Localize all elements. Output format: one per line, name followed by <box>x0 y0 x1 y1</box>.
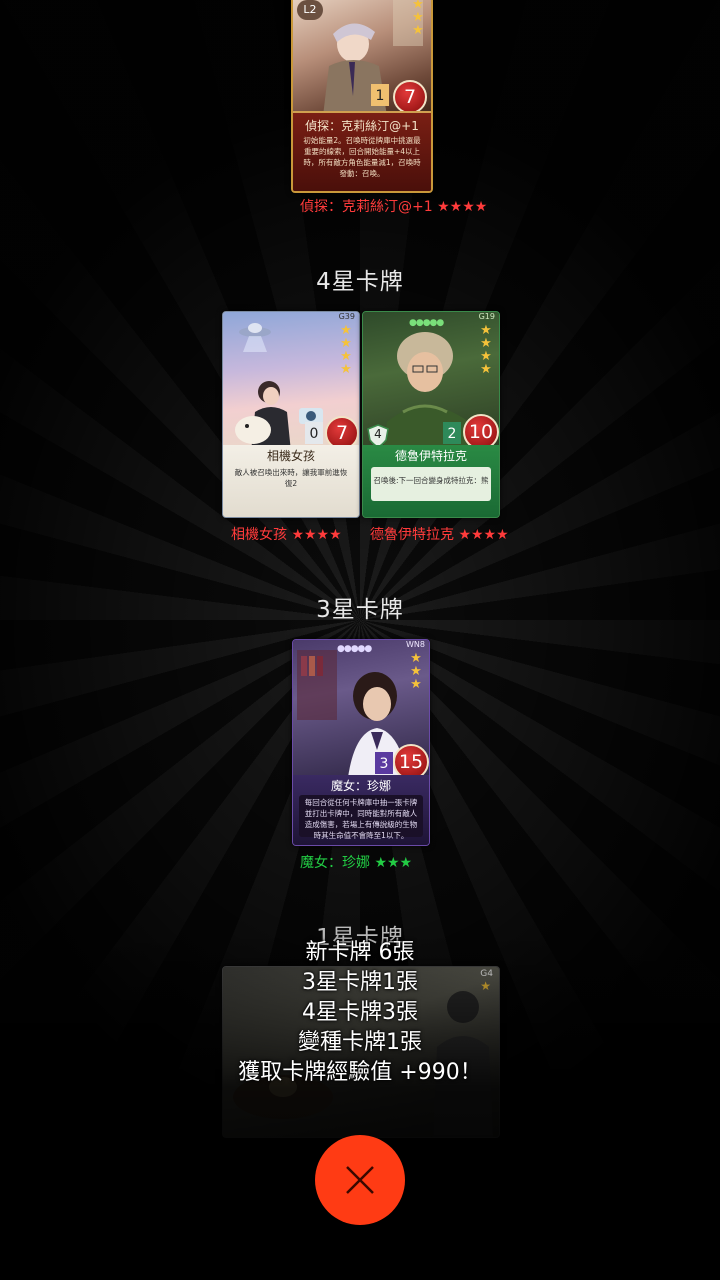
rarity-stars: ★ ★ ★ ★ <box>340 323 352 377</box>
rarity-stars: ★ ★ ★ <box>412 0 424 38</box>
card-name: 相機女孩 <box>266 449 315 463</box>
leaf-pips: ●●●●● <box>409 318 444 328</box>
cost-text: 10 <box>468 421 494 443</box>
card-druid-trak[interactable]: ●●●●● ★ ★ ★ ★ G19 4 2 10 德魯伊特拉克 召喚後:下一回合變身成… <box>362 311 500 518</box>
summary-exp: 獲取卡牌經驗值 +990！ <box>238 1060 482 1085</box>
label-stars: ★★★★ <box>458 527 509 543</box>
summary-new-cards: 新卡牌 6張 <box>305 940 415 965</box>
attack-value: 1 <box>371 84 389 106</box>
attack-value: 2 <box>443 422 461 444</box>
level-badge-text: L2 <box>303 3 317 16</box>
attack-text: 2 <box>447 426 457 442</box>
card-description: 召喚後:下一回合變身成特拉克：熊 <box>373 476 489 485</box>
card-code: G19 <box>478 312 495 321</box>
card-text-panel: 相機女孩 敵人被召喚出來時，讓我軍前進恢復2 <box>223 445 359 517</box>
card-name: 德魯伊特拉克 <box>394 449 467 463</box>
card-name: 魔女：珍娜 <box>330 779 391 793</box>
rarity-stars: ★ ★ ★ <box>410 651 422 692</box>
close-icon <box>346 1166 374 1194</box>
cost-text: 7 <box>403 86 417 108</box>
attack-text: 3 <box>379 756 389 772</box>
close-button[interactable] <box>315 1135 405 1225</box>
label-stars: ★★★ <box>374 855 413 871</box>
attack-text: 0 <box>309 426 319 442</box>
cost-text: 15 <box>398 751 424 773</box>
attack-value: 3 <box>375 752 393 774</box>
attack-text: 1 <box>375 88 385 104</box>
label-name: 德魯伊特拉克 <box>370 527 454 543</box>
card-description: 每回合從任何卡牌庫中抽一張卡牌並打出卡牌中，同時能對所有敵人造成傷害，若場上有傳… <box>304 798 418 840</box>
label-name: 魔女：珍娜 <box>300 855 370 871</box>
card-detective-christine[interactable]: L2 ★ ★ ★ 1 7 偵探：克莉絲汀@+1 初始能量2。召喚時從牌庫中挑選最重要… <box>291 0 433 193</box>
summary-variant: 變種卡牌1張 <box>298 1030 422 1055</box>
card-text-panel: 魔女：珍娜 每回合從任何卡牌庫中抽一張卡牌並打出卡牌中，同時能對所有敵人造成傷害… <box>293 775 429 845</box>
label-stars: ★★★★ <box>437 199 488 215</box>
rewards-summary: 新卡牌 6張 3星卡牌1張 4星卡牌3張 變種卡牌1張 獲取卡牌經驗值 +990… <box>180 938 540 1088</box>
card-text-panel: 德魯伊特拉克 召喚後:下一回合變身成特拉克：熊 <box>363 445 499 517</box>
card-description: 敵人被召喚出來時，讓我軍前進恢復2 <box>234 468 348 488</box>
label-name: 相機女孩 <box>231 527 287 543</box>
level-badge: L2 <box>297 0 323 20</box>
card-code: WN8 <box>406 640 425 649</box>
section-title-3-star: 3星卡牌 <box>316 597 404 623</box>
cost-text: 7 <box>335 422 349 444</box>
card-code: G39 <box>338 312 355 321</box>
card-witch-jenna[interactable]: ●●●●● ★ ★ ★ WN8 3 15 魔女：珍娜 每回合從任何卡牌庫中抽一張卡牌… <box>292 639 430 846</box>
card-label-camera-girl: 相機女孩 ★★★★ <box>231 524 342 544</box>
card-description: 初始能量2。召喚時從牌庫中挑選最重要的線索，回合開始能量+4以上時，所有敵方角色… <box>303 136 421 178</box>
section-title-4-star: 4星卡牌 <box>316 269 404 295</box>
card-label-witch-jenna: 魔女：珍娜 ★★★ <box>300 852 412 872</box>
shield-text: 4 <box>374 427 382 441</box>
attack-value: 0 <box>305 422 323 444</box>
card-label-druid-trak: 德魯伊特拉克 ★★★★ <box>370 524 509 544</box>
rarity-stars: ★ ★ ★ ★ <box>480 323 492 377</box>
card-label-detective: 偵探：克莉絲汀@+1 ★★★★ <box>300 196 487 216</box>
label-name: 偵探：克莉絲汀@+1 <box>300 199 433 215</box>
card-camera-girl[interactable]: ★ ★ ★ ★ G39 0 7 相機女孩 敵人被召喚出來時，讓我軍前進恢復2 <box>222 311 360 518</box>
label-stars: ★★★★ <box>291 527 342 543</box>
swirl-pips: ●●●●● <box>337 644 372 654</box>
cost-badge: 7 <box>393 80 427 114</box>
card-text-panel: 偵探：克莉絲汀@+1 初始能量2。召喚時從牌庫中挑選最重要的線索，回合開始能量+… <box>293 111 431 191</box>
ufo-icon <box>239 323 271 352</box>
card-name: 偵探：克莉絲汀@+1 <box>305 119 419 133</box>
summary-4-star: 4星卡牌3張 <box>302 1000 418 1025</box>
summary-3-star: 3星卡牌1張 <box>302 970 418 995</box>
